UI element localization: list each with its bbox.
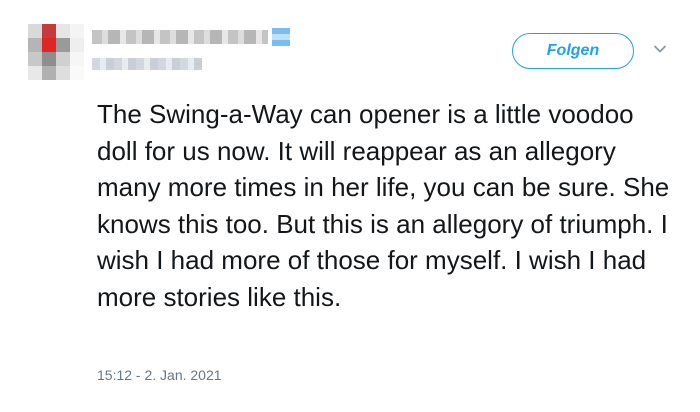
username-redacted[interactable] [92, 58, 202, 70]
verified-badge-redacted [272, 28, 290, 46]
avatar[interactable] [28, 24, 84, 80]
tweet-text: The Swing-a-Way can opener is a little v… [97, 99, 670, 312]
tweet-timestamp[interactable]: 15:12 - 2. Jan. 2021 [97, 367, 222, 383]
tweet-card: Folgen The Swing-a-Way can opener is a l… [0, 0, 700, 412]
chevron-down-icon[interactable] [652, 41, 668, 57]
follow-button[interactable]: Folgen [512, 33, 634, 69]
display-name-redacted[interactable] [92, 30, 268, 44]
